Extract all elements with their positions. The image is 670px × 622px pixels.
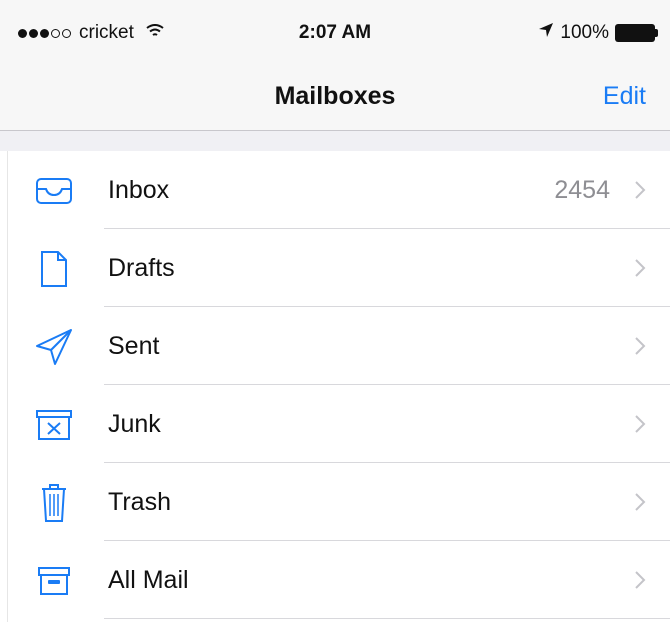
chevron-right-icon <box>635 337 646 355</box>
mailbox-list: Inbox 2454 Drafts Sent Junk Trash All Ma… <box>0 151 670 619</box>
section-spacer <box>0 131 670 151</box>
archive-box-icon <box>34 561 74 601</box>
status-bar: cricket 2:07 AM 100% <box>0 0 670 64</box>
chevron-right-icon <box>635 259 646 277</box>
trash-can-icon <box>34 483 74 523</box>
mailbox-row-trash[interactable]: Trash <box>0 463 670 541</box>
mailboxes-screen: cricket 2:07 AM 100% Mailboxes Edit Inbo… <box>0 0 670 622</box>
mailbox-row-junk[interactable]: Junk <box>0 385 670 463</box>
unread-count: 2454 <box>554 175 610 204</box>
mailbox-label: Trash <box>108 487 171 516</box>
status-right: 100% <box>538 22 658 44</box>
chevron-right-icon <box>635 571 646 589</box>
row-divider <box>104 617 670 619</box>
navigation-bar: Mailboxes Edit <box>0 64 670 131</box>
mailbox-row-all-mail[interactable]: All Mail <box>0 541 670 619</box>
page-title: Mailboxes <box>274 82 396 110</box>
paper-plane-icon <box>34 327 74 367</box>
battery-icon <box>615 24 658 42</box>
chevron-right-icon <box>635 493 646 511</box>
mailbox-row-inbox[interactable]: Inbox 2454 <box>0 151 670 229</box>
document-icon <box>34 249 74 289</box>
mailbox-label: Sent <box>108 331 160 360</box>
mailbox-row-sent[interactable]: Sent <box>0 307 670 385</box>
mailbox-label: All Mail <box>108 565 189 594</box>
inbox-tray-icon <box>34 171 74 211</box>
mailbox-label: Inbox <box>108 175 170 204</box>
mailbox-label: Junk <box>108 409 161 438</box>
edit-button[interactable]: Edit <box>603 82 646 111</box>
mailbox-label: Drafts <box>108 253 175 282</box>
location-arrow-icon <box>538 22 554 44</box>
chevron-right-icon <box>635 181 646 199</box>
mailbox-row-drafts[interactable]: Drafts <box>0 229 670 307</box>
chevron-right-icon <box>635 415 646 433</box>
junk-box-icon <box>34 405 74 445</box>
battery-percent: 100% <box>560 22 609 43</box>
